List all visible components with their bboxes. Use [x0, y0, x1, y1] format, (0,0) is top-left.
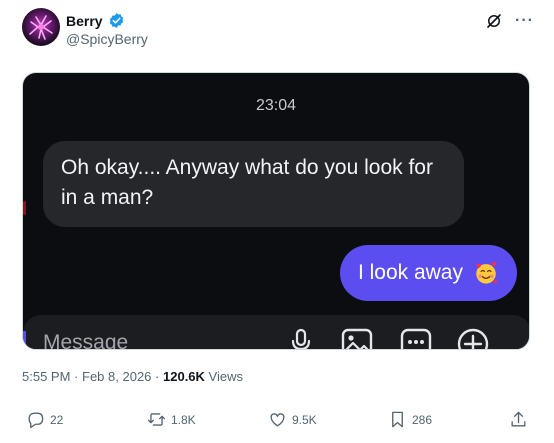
reply-button[interactable]: 22 [26, 410, 63, 429]
heart-icon [270, 413, 285, 427]
chat-timestamp: 23:04 [255, 97, 297, 114]
meta-separator: · [74, 369, 79, 384]
repost-button[interactable]: 1.8K [147, 410, 196, 429]
tweet-meta: 5:55 PM · Feb 8, 2026 · 120.6K Views [22, 369, 243, 384]
avatar-icon[interactable] [22, 8, 60, 46]
smiling-face-with-hearts-icon [476, 262, 498, 284]
attached-image[interactable]: 23:04 Oh okay.... Anyway what do you loo… [22, 72, 530, 350]
plus-circle-icon[interactable] [457, 328, 489, 350]
like-count: 9.5K [292, 412, 317, 427]
repost-count: 1.8K [171, 412, 196, 427]
bookmark-icon [392, 411, 403, 428]
post-time[interactable]: 5:55 PM [22, 369, 70, 384]
reply-count: 22 [50, 412, 64, 427]
views-label: Views [208, 369, 243, 384]
incoming-message-bubble: Oh okay.... Anyway what do you look for … [43, 141, 464, 227]
more-options-icon[interactable] [400, 328, 432, 350]
like-button[interactable]: 9.5K [268, 410, 317, 429]
edge-marker [23, 201, 26, 215]
action-bar: 22 1.8K 9.5K 286 [0, 410, 554, 436]
composer-cursor [23, 331, 26, 349]
reply-icon [28, 412, 44, 429]
verified-badge-icon [109, 13, 123, 28]
message-input-placeholder[interactable]: Message [43, 331, 128, 349]
outgoing-message-text: I look away [357, 261, 463, 284]
share-button[interactable] [509, 410, 528, 429]
grok-icon[interactable] [485, 12, 503, 30]
author-name[interactable]: Berry [66, 13, 103, 29]
more-options-icon[interactable]: ··· [515, 12, 534, 30]
views-count: 120.6K [163, 369, 205, 384]
repost-icon [147, 413, 166, 426]
outgoing-message-bubble: I look away [339, 245, 517, 301]
bookmark-count: 286 [412, 412, 433, 427]
incoming-message-text: Oh okay.... Anyway what do you look for … [61, 156, 433, 209]
post-date[interactable]: Feb 8, 2026 [82, 369, 151, 384]
meta-separator: · [155, 369, 160, 384]
image-icon[interactable] [341, 328, 373, 350]
microphone-icon[interactable] [289, 328, 313, 350]
share-icon [511, 411, 526, 427]
author-handle[interactable]: @SpicyBerry [66, 31, 148, 47]
bookmark-button[interactable]: 286 [388, 410, 432, 429]
tweet: Berry @SpicyBerry ··· 23:04 Oh okay.... … [0, 0, 554, 443]
